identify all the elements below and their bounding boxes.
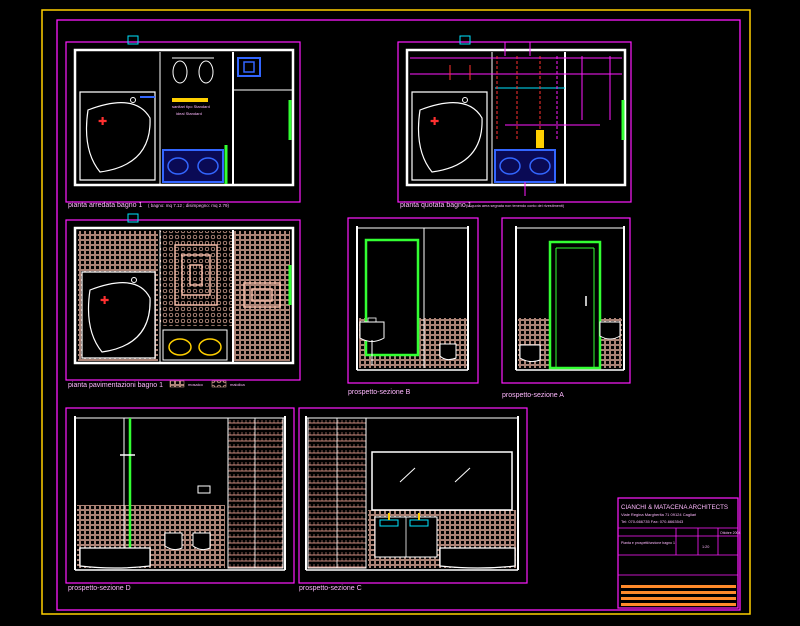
firm-name: CIANCHI & MATACENA ARCHITECTS: [621, 504, 728, 511]
panel-section-c: prospetto-sezione C: [298, 407, 528, 592]
panel-title-furnished: pianta arredata bagno 1: [68, 202, 142, 209]
legend-maiolica: maiolica: [230, 382, 245, 387]
drawing-scale: 1:20: [702, 545, 709, 549]
firm-contacts: Tel: 070-666735 Fax: 070-6663543: [621, 519, 684, 524]
title-block: CIANCHI & MATACENA ARCHITECTS Viale Regi…: [617, 497, 740, 609]
panel-section-d: prospetto-sezione D: [65, 407, 295, 592]
note-sanitari: sanitari tipo Standard: [172, 104, 210, 109]
panel-title-flooring: pianta pavimentazioni bagno 1: [68, 382, 163, 389]
panel-section-a: prospetto-sezione A: [501, 217, 631, 399]
panel-subtitle-dimensioned: (la quota aera segnata non tenendo conto…: [466, 204, 565, 208]
note-ideal: ideal Standard: [176, 111, 202, 116]
panel-title-section-d: prospetto-sezione D: [68, 585, 131, 592]
legend-mosaico: mosaico: [188, 382, 204, 387]
drawing-date: Ottobre 2004: [720, 531, 740, 535]
panel-title-section-b: prospetto-sezione B: [348, 389, 411, 396]
panel-title-section-c: prospetto-sezione C: [299, 585, 362, 592]
panel-subtitle-furnished: ( bagno: mq 7.12 ; disimpegno: mq 2.79): [148, 203, 230, 208]
svg-text:✚: ✚: [100, 295, 109, 307]
svg-text:✚: ✚: [98, 116, 107, 128]
panel-flooring-plan: ✚ pianta pavimentazioni bagno 1 mosaico …: [65, 213, 301, 389]
panel-title-section-a: prospetto-sezione A: [502, 392, 564, 399]
firm-address: Viale Regina Margherita 71 09124 Cagliar…: [621, 512, 696, 517]
cad-drawing-sheet: ✚ sanitari tipo Standard ideal Standard …: [0, 0, 800, 621]
svg-text:✚: ✚: [430, 116, 439, 128]
panel-title-dimensioned: pianta quotata bagno 1: [400, 202, 472, 209]
panel-furnished-plan: ✚ sanitari tipo Standard ideal Standard …: [65, 35, 301, 209]
panel-dimensioned-plan: ✚ pianta quotata bagno 1 (la quota aera …: [397, 35, 632, 209]
panel-section-b: prospetto-sezione B: [347, 217, 479, 396]
drawing-description: Pianta e prospetti/sezione bagno 1: [621, 541, 675, 545]
bathtub: [79, 91, 156, 181]
